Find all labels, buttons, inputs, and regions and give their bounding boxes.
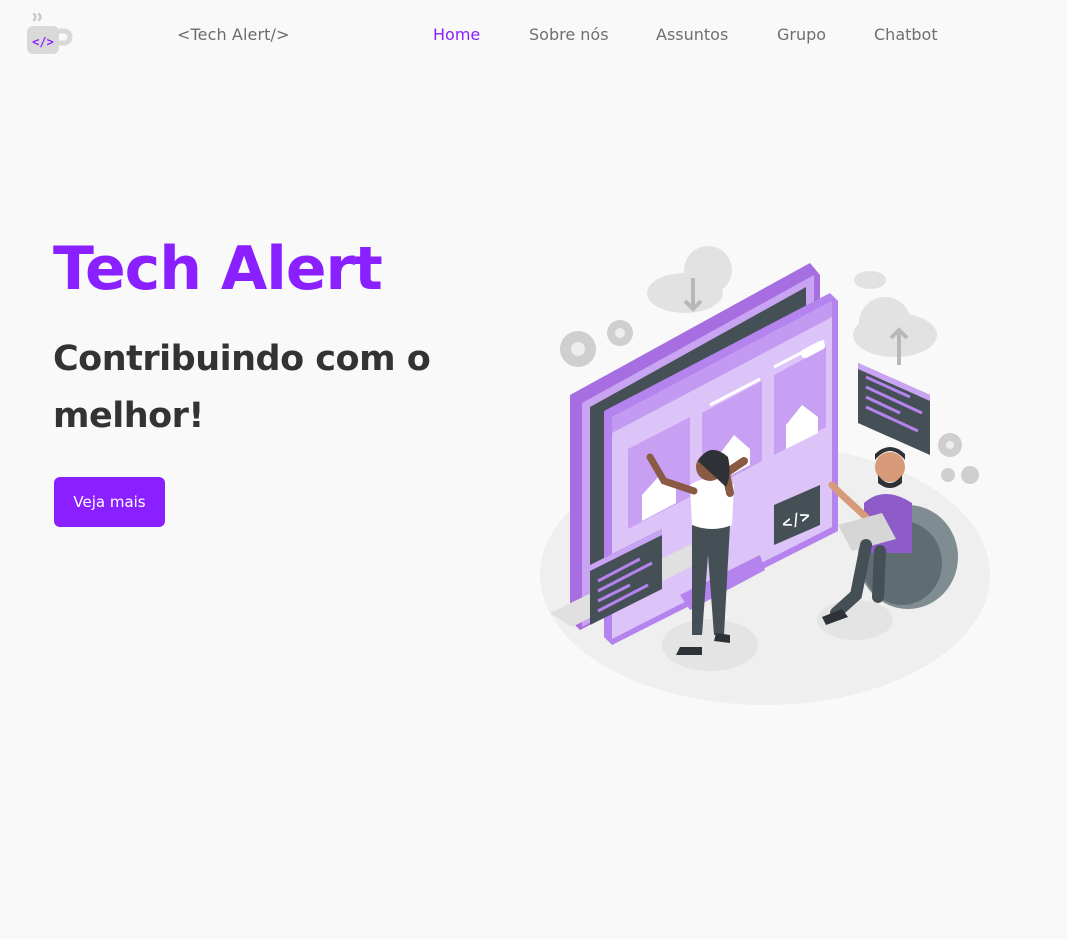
brand-name[interactable]: <Tech Alert/> (177, 25, 290, 44)
hero-subtitle: Contribuindo com o melhor! (53, 339, 431, 436)
veja-mais-button[interactable]: Veja mais (54, 477, 165, 527)
nav-item-chatbot[interactable]: Chatbot (874, 25, 938, 44)
page: </> <Tech Alert/> Home Sobre nós Assunto… (0, 0, 1067, 939)
hero-title: Tech Alert (53, 234, 383, 304)
svg-text:</>: </> (32, 35, 54, 49)
nav-item-sobre-nos[interactable]: Sobre nós (529, 25, 609, 44)
nav-item-grupo[interactable]: Grupo (777, 25, 826, 44)
site-header: </> <Tech Alert/> Home Sobre nós Assunto… (0, 0, 1067, 72)
nav-item-home[interactable]: Home (433, 25, 480, 44)
nav-item-assuntos[interactable]: Assuntos (656, 25, 728, 44)
hero-illustration: </> (530, 235, 1000, 715)
coffee-cup-code-icon[interactable]: </> (26, 10, 74, 58)
